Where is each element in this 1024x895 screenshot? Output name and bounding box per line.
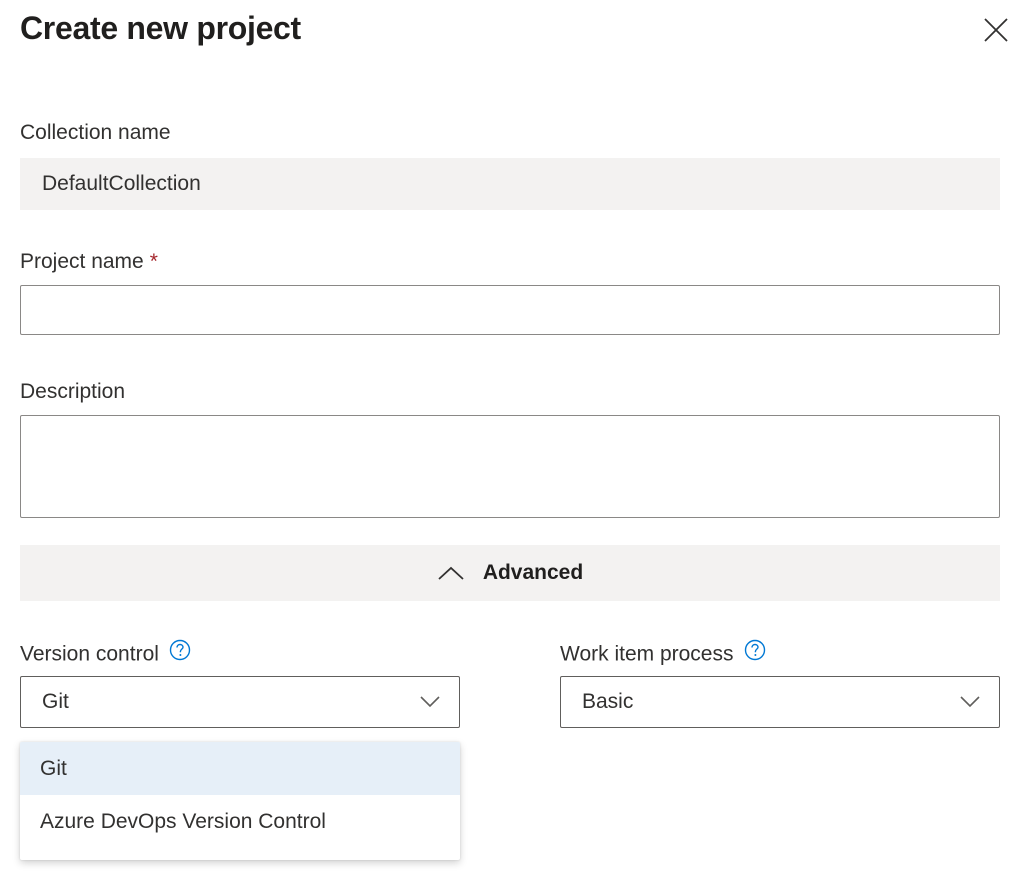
help-icon[interactable] — [169, 639, 191, 667]
description-input-box — [20, 415, 1000, 518]
dialog-title: Create new project — [20, 10, 301, 46]
version-control-options-menu: Git Azure DevOps Version Control — [20, 742, 460, 860]
option-git[interactable]: Git — [20, 742, 460, 795]
option-azure-devops-version-control[interactable]: Azure DevOps Version Control — [20, 795, 460, 848]
work-item-process-dropdown[interactable]: Basic — [560, 676, 1000, 728]
description-textarea[interactable] — [21, 416, 999, 517]
create-project-dialog: Create new project Collection name Defau… — [0, 0, 1024, 895]
advanced-label: Advanced — [482, 561, 584, 584]
collection-name-label: Collection name — [20, 121, 171, 144]
work-item-process-label: Work item process — [560, 639, 766, 669]
project-name-input-box — [20, 285, 1000, 335]
work-item-process-label-text: Work item process — [560, 642, 734, 666]
version-control-label: Version control — [20, 639, 191, 669]
chevron-up-icon — [437, 565, 465, 581]
required-marker: * — [149, 250, 158, 273]
close-icon — [984, 18, 1008, 42]
chevron-down-icon — [419, 693, 441, 714]
chevron-down-icon — [959, 693, 981, 714]
advanced-toggle[interactable]: Advanced — [20, 545, 1000, 601]
version-control-dropdown[interactable]: Git — [20, 676, 460, 728]
version-control-label-text: Version control — [20, 642, 159, 666]
description-label: Description — [20, 380, 126, 403]
help-icon[interactable] — [744, 639, 766, 667]
project-name-label-text: Project name — [20, 250, 144, 273]
project-name-input[interactable] — [21, 286, 999, 334]
project-name-label: Project name * — [20, 250, 158, 274]
work-item-process-selected: Basic — [582, 690, 634, 713]
collection-name-field: DefaultCollection — [20, 158, 1000, 210]
close-button[interactable] — [978, 12, 1014, 48]
version-control-selected: Git — [42, 690, 69, 713]
